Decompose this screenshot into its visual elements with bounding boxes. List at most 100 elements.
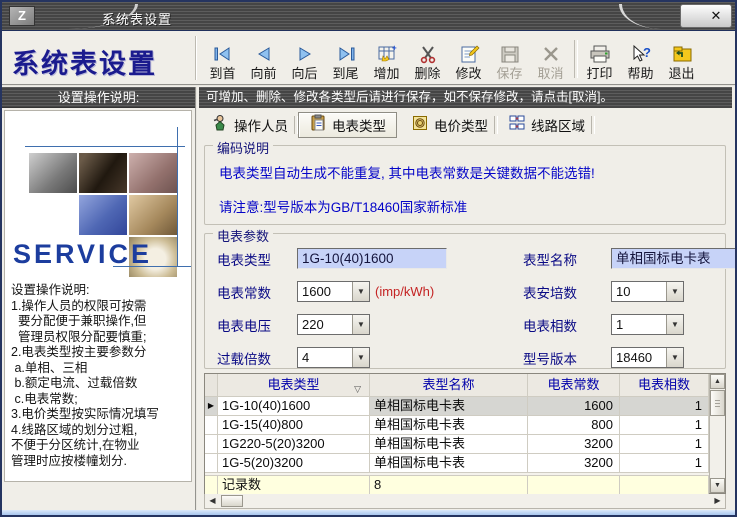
vertical-scroll-thumb[interactable] (710, 390, 725, 416)
chevron-down-icon[interactable]: ▼ (352, 315, 369, 334)
cell-meter-type: 1G-10(40)1600 (218, 397, 370, 416)
tab-operators[interactable]: 操作人员 (201, 112, 298, 138)
sidebar: 设置操作说明: SERVICE 设置操作说明: 1.操作人员的权限可按需 要分配… (2, 87, 197, 515)
app-logo-icon: Z (9, 6, 35, 26)
toolbar-label: 退出 (668, 66, 694, 81)
scroll-up-icon[interactable]: ▲ (710, 374, 725, 389)
phase-select[interactable]: 1 ▼ (611, 314, 684, 335)
coding-note-1: 电表类型自动生成不能重复, 其中电表常数是关键数据不能选错! (205, 162, 725, 182)
cell-phase: 1 (620, 454, 709, 473)
meter-type-icon (309, 114, 327, 135)
select-value: 10 (612, 282, 666, 301)
model-version-select[interactable]: 18460 ▼ (611, 347, 684, 368)
tab-price-type[interactable]: 电价类型 (401, 112, 498, 138)
model-name-field[interactable]: 单相国标电卡表 (611, 248, 737, 269)
chevron-down-icon[interactable]: ▼ (352, 348, 369, 367)
operator-icon (211, 114, 229, 135)
horizontal-scrollbar[interactable]: ◀ ▶ (204, 494, 726, 509)
toolbar-label: 向前 (250, 66, 276, 81)
go-prev-button[interactable]: 向前 (243, 34, 284, 84)
meter-type-field[interactable]: 1G-10(40)1600 (297, 248, 447, 269)
exit-button[interactable]: 退出 (661, 34, 702, 84)
toolbar-label: 增加 (373, 66, 399, 81)
go-last-button[interactable]: 到尾 (325, 34, 366, 84)
print-button[interactable]: 打印 (579, 34, 620, 84)
scroll-down-icon[interactable]: ▼ (710, 478, 725, 493)
cell-meter-type: 1G220-5(20)3200 (218, 435, 370, 454)
tab-label: 操作人员 (234, 115, 288, 135)
vertical-scrollbar[interactable]: ▲ ▼ (709, 374, 725, 493)
svg-text:?: ? (643, 45, 651, 60)
cell-meter-const: 3200 (528, 454, 620, 473)
tab-meter-type[interactable]: 电表类型 (298, 112, 397, 138)
select-value: 1 (612, 315, 666, 334)
sidebar-header: 设置操作说明: (2, 87, 195, 108)
svg-text:+: + (392, 44, 397, 53)
row-selector (205, 454, 218, 473)
cell-model-name: 单相国标电卡表 (370, 397, 528, 416)
photo-keyboard (79, 195, 127, 235)
row-selector-header (205, 374, 218, 397)
groupbox-title: 编码说明 (213, 138, 273, 157)
main-content: 可增加、删除、修改各类型后请进行保存，如不保存修改，请点击[取消]。 操作人员 … (199, 87, 735, 515)
table-row[interactable]: ▶ 1G-10(40)1600 单相国标电卡表 1600 1 (205, 397, 709, 416)
col-header-model-name[interactable]: 表型名称 (370, 374, 528, 397)
table-row[interactable]: 1G-5(20)3200 单相国标电卡表 3200 1 (205, 454, 709, 473)
scroll-left-icon[interactable]: ◀ (205, 494, 220, 508)
help-button[interactable]: ? 帮助 (620, 34, 661, 84)
table-row[interactable]: 1G-15(40)800 单相国标电卡表 800 1 (205, 416, 709, 435)
groupbox-title: 电表参数 (213, 226, 273, 245)
toolbar-label: 修改 (455, 66, 481, 81)
cell-phase: 1 (620, 435, 709, 454)
meter-type-label: 电表类型 (217, 249, 297, 269)
photo-pen (79, 153, 127, 193)
close-icon[interactable]: ✕ (707, 7, 725, 25)
sort-icon[interactable]: ▽ (354, 378, 361, 397)
modify-button[interactable]: 修改 (448, 34, 489, 84)
cell-meter-const: 1600 (528, 397, 620, 416)
overload-select[interactable]: 4 ▼ (297, 347, 370, 368)
chevron-down-icon[interactable]: ▼ (352, 282, 369, 301)
col-header-phase[interactable]: 电表相数 (620, 374, 709, 397)
chevron-down-icon[interactable]: ▼ (666, 315, 683, 334)
price-type-icon (411, 114, 429, 135)
cancel-button[interactable]: 取消 (530, 34, 571, 84)
row-selector (205, 476, 218, 495)
voltage-select[interactable]: 220 ▼ (297, 314, 370, 335)
save-button[interactable]: 保存 (489, 34, 530, 84)
go-next-button[interactable]: 向后 (284, 34, 325, 84)
table-row[interactable]: 1G220-5(20)3200 单相国标电卡表 3200 1 (205, 435, 709, 454)
tab-line-region[interactable]: ++ 线路区域 (498, 112, 595, 138)
decor-line (25, 146, 185, 147)
horizontal-scroll-thumb[interactable] (221, 495, 243, 507)
go-first-button[interactable]: 到首 (202, 34, 243, 84)
record-count-label: 记录数 (218, 476, 370, 495)
select-value: 220 (298, 315, 352, 334)
empty-cell (528, 476, 620, 495)
header-separator (195, 36, 197, 80)
ampere-select[interactable]: 10 ▼ (611, 281, 684, 302)
decor-line (177, 127, 178, 267)
toolbar-separator (571, 34, 579, 84)
meter-const-select[interactable]: 1600 ▼ (297, 281, 370, 302)
toolbar-label: 删除 (414, 66, 440, 81)
page-title: 系统表设置 (12, 42, 192, 81)
add-button[interactable]: + 增加 (366, 34, 407, 84)
add-icon: + (376, 42, 398, 66)
col-header-meter-const[interactable]: 电表常数 (528, 374, 620, 397)
tab-label: 线路区域 (531, 115, 585, 135)
col-header-meter-type[interactable]: 电表类型 ▽ (218, 374, 370, 397)
svg-text:+: + (515, 125, 519, 131)
setup-instructions: 设置操作说明: 1.操作人员的权限可按需 要分配便于兼职操作,但 管理员权限分配… (11, 283, 189, 469)
toolbar-label: 到首 (209, 66, 235, 81)
window-bottom-edge (2, 510, 735, 515)
system-table-settings-window: Z 系统表设置 ✕ 系统表设置 到首 向前 (0, 0, 737, 517)
toolbar-label: 打印 (586, 66, 612, 81)
chevron-down-icon[interactable]: ▼ (666, 282, 683, 301)
delete-button[interactable]: 删除 (407, 34, 448, 84)
model-name-label: 表型名称 (523, 249, 611, 269)
title-bar: Z 系统表设置 ✕ (2, 2, 735, 31)
chevron-down-icon[interactable]: ▼ (666, 348, 683, 367)
row-selector (205, 416, 218, 435)
scroll-right-icon[interactable]: ▶ (710, 494, 725, 508)
